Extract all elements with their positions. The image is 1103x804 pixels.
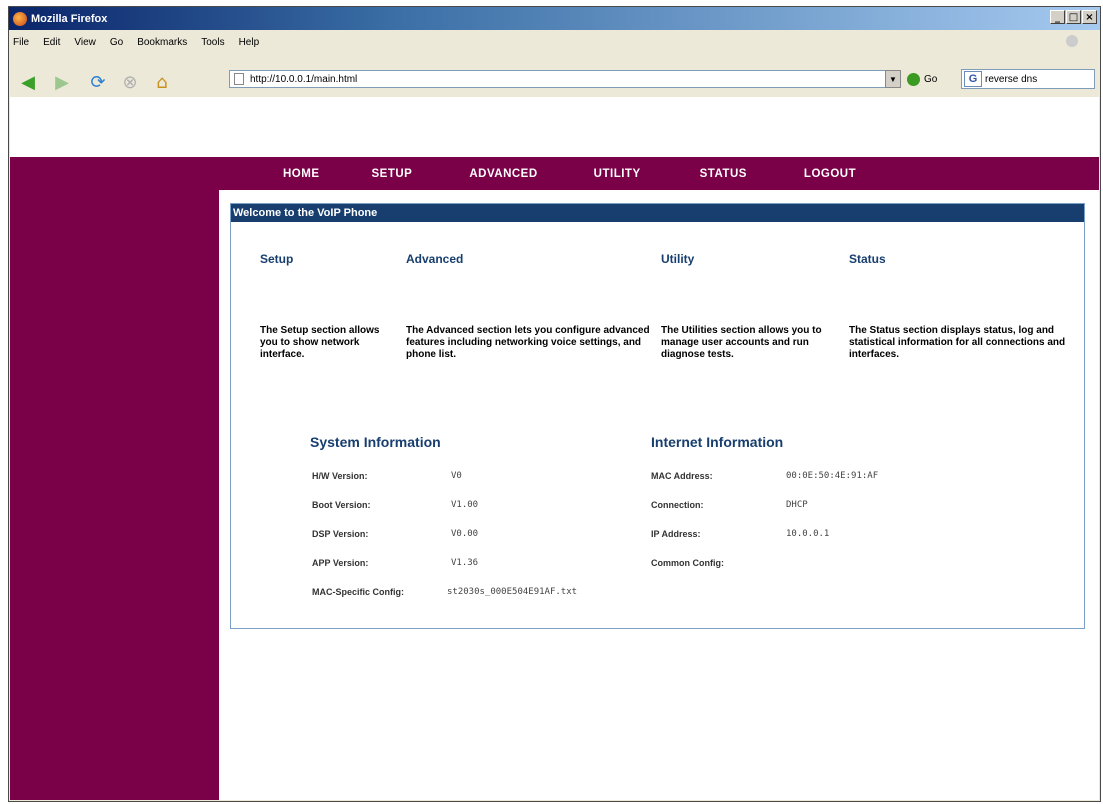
window-title: Mozilla Firefox <box>31 12 108 25</box>
nav-logout[interactable]: LOGOUT <box>804 168 856 180</box>
reload-button[interactable]: ⟳ <box>87 71 109 93</box>
browser-window: Mozilla Firefox _ □ × File Edit View Go … <box>8 6 1101 802</box>
welcome-panel: Welcome to the VoIP Phone Setup Advanced… <box>230 203 1085 629</box>
mac-address-value: 00:0E:50:4E:91:AF <box>786 471 879 481</box>
nav-setup[interactable]: SETUP <box>372 168 413 180</box>
menu-file[interactable]: File <box>13 37 29 48</box>
url-input[interactable]: http://10.0.0.1/main.html <box>250 74 900 85</box>
welcome-header: Welcome to the VoIP Phone <box>231 204 1084 222</box>
minimize-button[interactable]: _ <box>1050 10 1065 24</box>
connection-label: Connection: <box>651 500 704 510</box>
page-viewport: HOME SETUP ADVANCED UTILITY STATUS LOGOU… <box>10 97 1099 800</box>
section-desc-setup: The Setup section allows you to show net… <box>260 325 380 360</box>
section-title-advanced: Advanced <box>406 252 464 266</box>
dsp-version-value: V0.00 <box>451 529 479 539</box>
mac-specific-config-value: st2030s_000E504E91AF.txt <box>447 587 578 597</box>
firefox-icon <box>13 11 27 26</box>
app-version-value: V1.36 <box>451 558 479 568</box>
section-desc-status: The Status section displays status, log … <box>849 325 1066 360</box>
internet-info-title: Internet Information <box>651 434 784 450</box>
menu-bookmarks[interactable]: Bookmarks <box>137 37 187 48</box>
hw-version-value: V0 <box>451 471 462 481</box>
back-button[interactable]: ◀ <box>17 71 39 93</box>
go-icon <box>907 72 920 86</box>
url-dropdown-icon[interactable]: ▼ <box>885 70 901 88</box>
boot-version-label: Boot Version: <box>312 500 371 510</box>
section-desc-utility: The Utilities section allows you to mana… <box>661 325 822 360</box>
page-icon <box>234 73 244 85</box>
close-button[interactable]: × <box>1082 10 1097 24</box>
section-title-setup: Setup <box>260 252 294 266</box>
mac-specific-config-label: MAC-Specific Config: <box>312 587 404 597</box>
menu-go[interactable]: Go <box>110 37 123 48</box>
section-title-status: Status <box>849 252 886 266</box>
url-bar[interactable]: http://10.0.0.1/main.html ▼ <box>229 70 901 88</box>
mac-address-label: MAC Address: <box>651 471 713 481</box>
maximize-button[interactable]: □ <box>1066 10 1081 24</box>
go-button[interactable]: Go <box>907 70 937 88</box>
hw-version-label: H/W Version: <box>312 471 368 481</box>
nav-utility[interactable]: UTILITY <box>594 168 641 180</box>
home-button[interactable]: ⌂ <box>151 71 173 93</box>
common-config-label: Common Config: <box>651 558 724 568</box>
menu-edit[interactable]: Edit <box>43 37 60 48</box>
throbber-icon <box>1066 35 1078 47</box>
menu-bar: File Edit View Go Bookmarks Tools Help <box>9 33 1100 51</box>
go-label: Go <box>924 73 938 85</box>
boot-version-value: V1.00 <box>451 500 479 510</box>
menu-view[interactable]: View <box>74 37 96 48</box>
nav-home[interactable]: HOME <box>283 168 320 180</box>
search-box[interactable]: G reverse dns <box>961 69 1095 89</box>
stop-button[interactable]: ⊗ <box>119 71 141 93</box>
dsp-version-label: DSP Version: <box>312 529 369 539</box>
menu-tools[interactable]: Tools <box>201 37 224 48</box>
ip-address-value: 10.0.0.1 <box>786 529 830 539</box>
nav-advanced[interactable]: ADVANCED <box>469 168 537 180</box>
ip-address-label: IP Address: <box>651 529 701 539</box>
app-version-label: APP Version: <box>312 558 369 568</box>
menu-help[interactable]: Help <box>239 37 260 48</box>
section-desc-advanced: The Advanced section lets you configure … <box>406 325 650 360</box>
nav-links: HOME SETUP ADVANCED UTILITY STATUS LOGOU… <box>283 157 856 190</box>
top-nav-bar: HOME SETUP ADVANCED UTILITY STATUS LOGOU… <box>10 157 1099 190</box>
search-engine-icon[interactable]: G <box>964 71 982 87</box>
nav-status[interactable]: STATUS <box>700 168 747 180</box>
left-sidebar <box>10 189 219 800</box>
forward-button[interactable]: ▶ <box>51 71 73 93</box>
section-title-utility: Utility <box>661 252 695 266</box>
title-bar: Mozilla Firefox _ □ × <box>9 7 1100 30</box>
search-input[interactable]: reverse dns <box>985 74 1037 85</box>
system-info-title: System Information <box>310 434 441 450</box>
connection-value: DHCP <box>786 500 808 510</box>
